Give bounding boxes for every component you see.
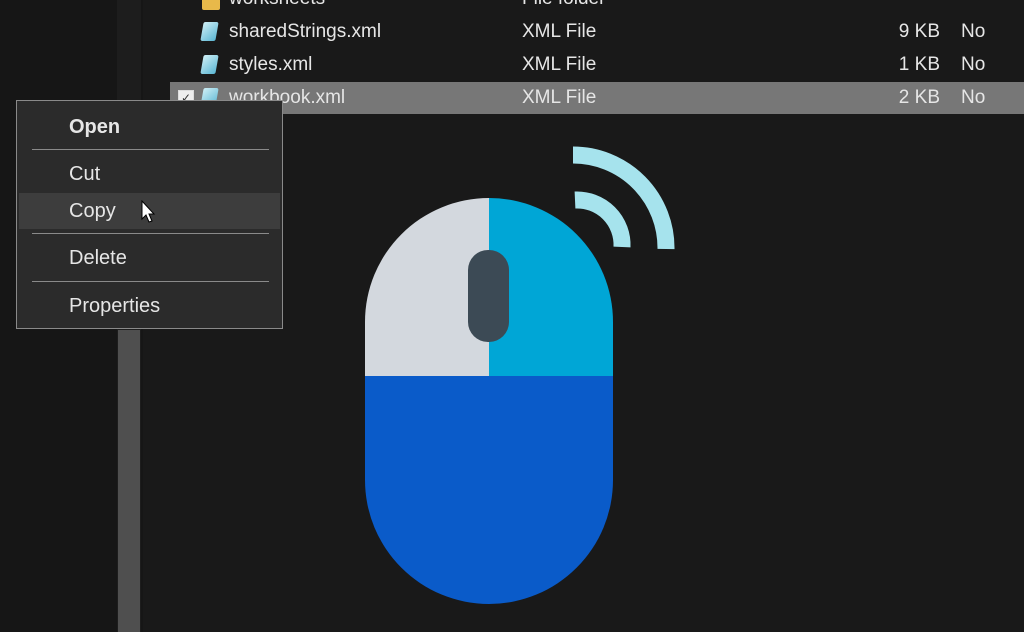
menu-item-open[interactable]: Open [19,109,280,145]
menu-item-delete[interactable]: Delete [19,240,280,276]
menu-label: Cut [69,163,101,185]
menu-label: Delete [69,247,127,269]
menu-label: Copy [69,200,116,222]
menu-item-properties[interactable]: Properties [19,288,280,324]
mouse-pointer-icon [141,200,156,223]
signal-icon [572,146,675,250]
menu-separator [32,149,269,150]
mouse-wheel [468,250,509,342]
mouse-body [365,376,613,604]
menu-label: Properties [69,295,161,317]
menu-separator [32,281,269,282]
menu-item-cut[interactable]: Cut [19,156,280,192]
menu-separator [32,233,269,234]
menu-label: Open [69,116,121,138]
